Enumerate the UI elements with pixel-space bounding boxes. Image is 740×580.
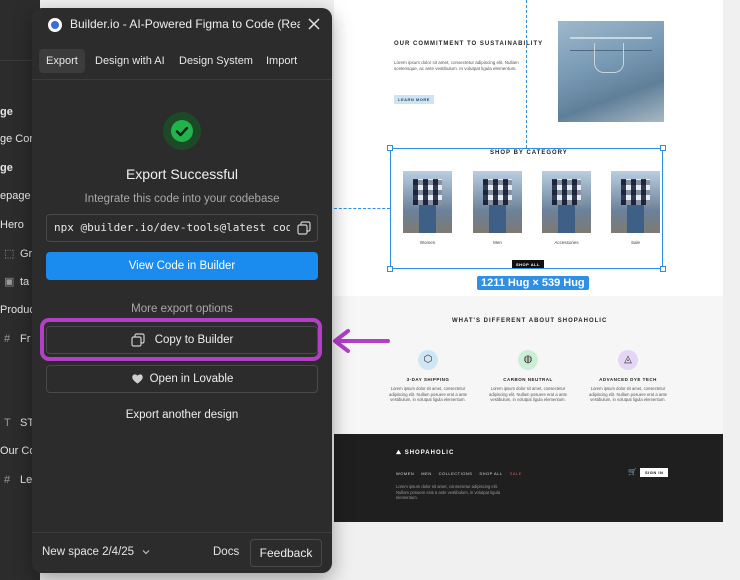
site-footer: ⛰ SHOPAHOLIC WOMEN MEN COLLECTIONS SHOP ALL…	[334, 434, 723, 522]
layer-label: Produc	[0, 304, 35, 316]
layer-row[interactable]: Our Co	[0, 443, 35, 459]
tab-design-system[interactable]: Design System	[172, 49, 260, 73]
feature-text: Lorem ipsum dolor sit amet, consectetur …	[389, 386, 467, 402]
footer-nav-link[interactable]: COLLECTIONS	[439, 471, 473, 476]
layer-label: Hero	[0, 219, 24, 231]
plugin-titlebar[interactable]: Builder.io - AI-Powered Figma to Code (R…	[32, 8, 332, 42]
layer-row[interactable]: ▣ ta	[4, 274, 29, 290]
open-in-lovable-button[interactable]: Open in Lovable	[46, 365, 318, 393]
export-successful-heading: Export Successful	[125, 166, 239, 182]
resize-handle-top-right[interactable]	[660, 145, 666, 151]
footer-nav: WOMEN MEN COLLECTIONS SHOP ALL SALE	[396, 471, 529, 476]
layer-type-icon: ⬚	[4, 248, 15, 260]
layer-row[interactable]: ge	[0, 104, 13, 120]
plugin-footer: New space 2/4/25 Docs Feedback	[32, 532, 332, 573]
layer-row[interactable]: T ST	[4, 415, 34, 431]
feature-title: ADVANCED DYE TECH	[599, 377, 657, 382]
layer-label: ge	[0, 106, 13, 118]
layer-label: Le	[20, 474, 33, 486]
footer-nav-link[interactable]: SHOP ALL	[479, 471, 502, 476]
layer-row[interactable]: # Le	[4, 472, 32, 488]
chevron-down-icon[interactable]	[141, 547, 151, 557]
layer-row[interactable]: Hero	[0, 217, 24, 233]
footer-text: Lorem ipsum dolor sit amet, consectetur …	[396, 484, 501, 500]
layer-row[interactable]: epage	[0, 188, 31, 204]
annotation-arrow-icon	[333, 329, 390, 353]
resize-handle-top-left[interactable]	[387, 145, 393, 151]
feature-title: CARBON NEUTRAL	[503, 377, 553, 382]
resize-handle-bottom-left[interactable]	[387, 266, 393, 272]
layer-row[interactable]: # Fr	[4, 331, 30, 347]
layer-label: ta	[20, 276, 30, 288]
layer-label: Our Co	[0, 445, 36, 457]
sustainability-title: OUR COMMITMENT TO SUSTAINABILITY	[394, 41, 544, 47]
docs-link[interactable]: Docs	[213, 546, 239, 558]
layer-label: epage	[0, 190, 31, 202]
footer-brand: ⛰ SHOPAHOLIC	[396, 450, 455, 456]
export-another-design-link[interactable]: Export another design	[32, 409, 332, 421]
builder-plugin-window: Builder.io - AI-Powered Figma to Code (R…	[32, 8, 332, 573]
footer-nav-sale-link[interactable]: SALE	[510, 471, 522, 476]
plugin-tabs: Export Design with AI Design System Impo…	[32, 42, 332, 80]
space-selector[interactable]: New space 2/4/25	[42, 546, 134, 558]
command-text[interactable]: npx @builder.io/dev-tools@latest code	[54, 215, 290, 241]
feature-title: 3-DAY SHIPPING	[406, 377, 450, 382]
layer-label: Gr	[20, 248, 33, 260]
layer-row[interactable]: Produc	[0, 302, 35, 318]
sustainability-body: Lorem ipsum dolor sit amet, consectetur …	[394, 60, 519, 71]
feedback-button[interactable]: Feedback	[250, 539, 322, 567]
layer-type-icon: T	[4, 417, 11, 429]
learn-more-button[interactable]: LEARN MORE	[394, 95, 434, 104]
open-in-lovable-label: Open in Lovable	[149, 373, 234, 385]
view-code-button[interactable]: View Code in Builder	[46, 252, 318, 280]
globe-icon: ◍	[518, 350, 538, 370]
selection-box[interactable]	[387, 145, 666, 272]
plugin-title: Builder.io - AI-Powered Figma to Code (R…	[70, 17, 300, 31]
footer-nav-link[interactable]: WOMEN	[396, 471, 414, 476]
cart-icon[interactable]: 🛒	[628, 468, 637, 476]
tab-design-with-ai[interactable]: Design with AI	[88, 49, 172, 73]
footer-nav-link[interactable]: MEN	[421, 471, 431, 476]
feature-text: Lorem ipsum dolor sit amet, consectetur …	[489, 386, 567, 402]
layer-label: Fr	[20, 333, 31, 345]
tab-import[interactable]: Import	[259, 49, 304, 73]
tab-export[interactable]: Export	[39, 49, 85, 73]
feature-text: Lorem ipsum dolor sit amet, consectetur …	[589, 386, 667, 402]
resize-handle-bottom-right[interactable]	[660, 266, 666, 272]
builder-logo-icon	[48, 18, 62, 32]
command-field[interactable]: npx @builder.io/dev-tools@latest code	[46, 214, 318, 242]
heart-icon	[131, 374, 143, 385]
integrate-subtitle: Integrate this code into your codebase	[84, 193, 280, 205]
dimension-badge: 1211 Hug × 539 Hug	[477, 276, 589, 290]
more-export-options-label: More export options	[131, 303, 233, 315]
success-badge	[163, 112, 201, 150]
layer-type-icon: ▣	[4, 276, 15, 288]
layer-row[interactable]: ge	[0, 160, 13, 176]
jeans-image	[558, 21, 664, 122]
layer-type-icon: #	[4, 333, 11, 345]
layer-type-icon: #	[4, 474, 11, 486]
box-icon: ⬡	[418, 350, 438, 370]
layer-label: ge	[0, 162, 13, 174]
copy-icon	[131, 333, 145, 347]
close-icon[interactable]	[306, 16, 322, 32]
layer-row[interactable]: ⬚ Gr	[4, 246, 32, 262]
copy-icon[interactable]	[297, 221, 311, 235]
copy-to-builder-label: Copy to Builder	[154, 334, 234, 346]
checkmark-icon	[171, 120, 193, 142]
guide-line-vertical	[526, 0, 527, 148]
copy-to-builder-button[interactable]: Copy to Builder	[46, 326, 318, 354]
droplet-icon: ◬	[618, 350, 638, 370]
guide-line-horizontal	[334, 208, 390, 209]
differences-title: WHAT'S DIFFERENT ABOUT SHOPAHOLIC	[452, 318, 608, 324]
footer-brand-name: SHOPAHOLIC	[404, 450, 455, 456]
sign-in-button[interactable]: SIGN IN	[640, 468, 669, 477]
